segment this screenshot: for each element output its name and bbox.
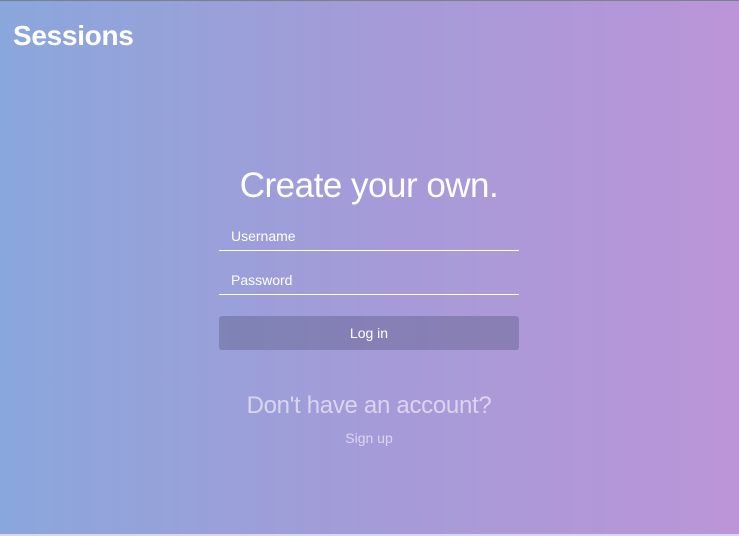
signup-section: Don't have an account? Sign up — [219, 391, 519, 448]
signup-prompt: Don't have an account? — [246, 392, 492, 419]
app-brand-title: Sessions — [13, 20, 134, 51]
login-form: Create your own. Log in — [219, 165, 519, 350]
username-field[interactable] — [219, 221, 519, 251]
login-button[interactable]: Log in — [219, 316, 519, 350]
password-field[interactable] — [219, 265, 519, 295]
signup-link[interactable]: Sign up — [345, 430, 392, 446]
login-headline: Create your own. — [239, 166, 499, 205]
